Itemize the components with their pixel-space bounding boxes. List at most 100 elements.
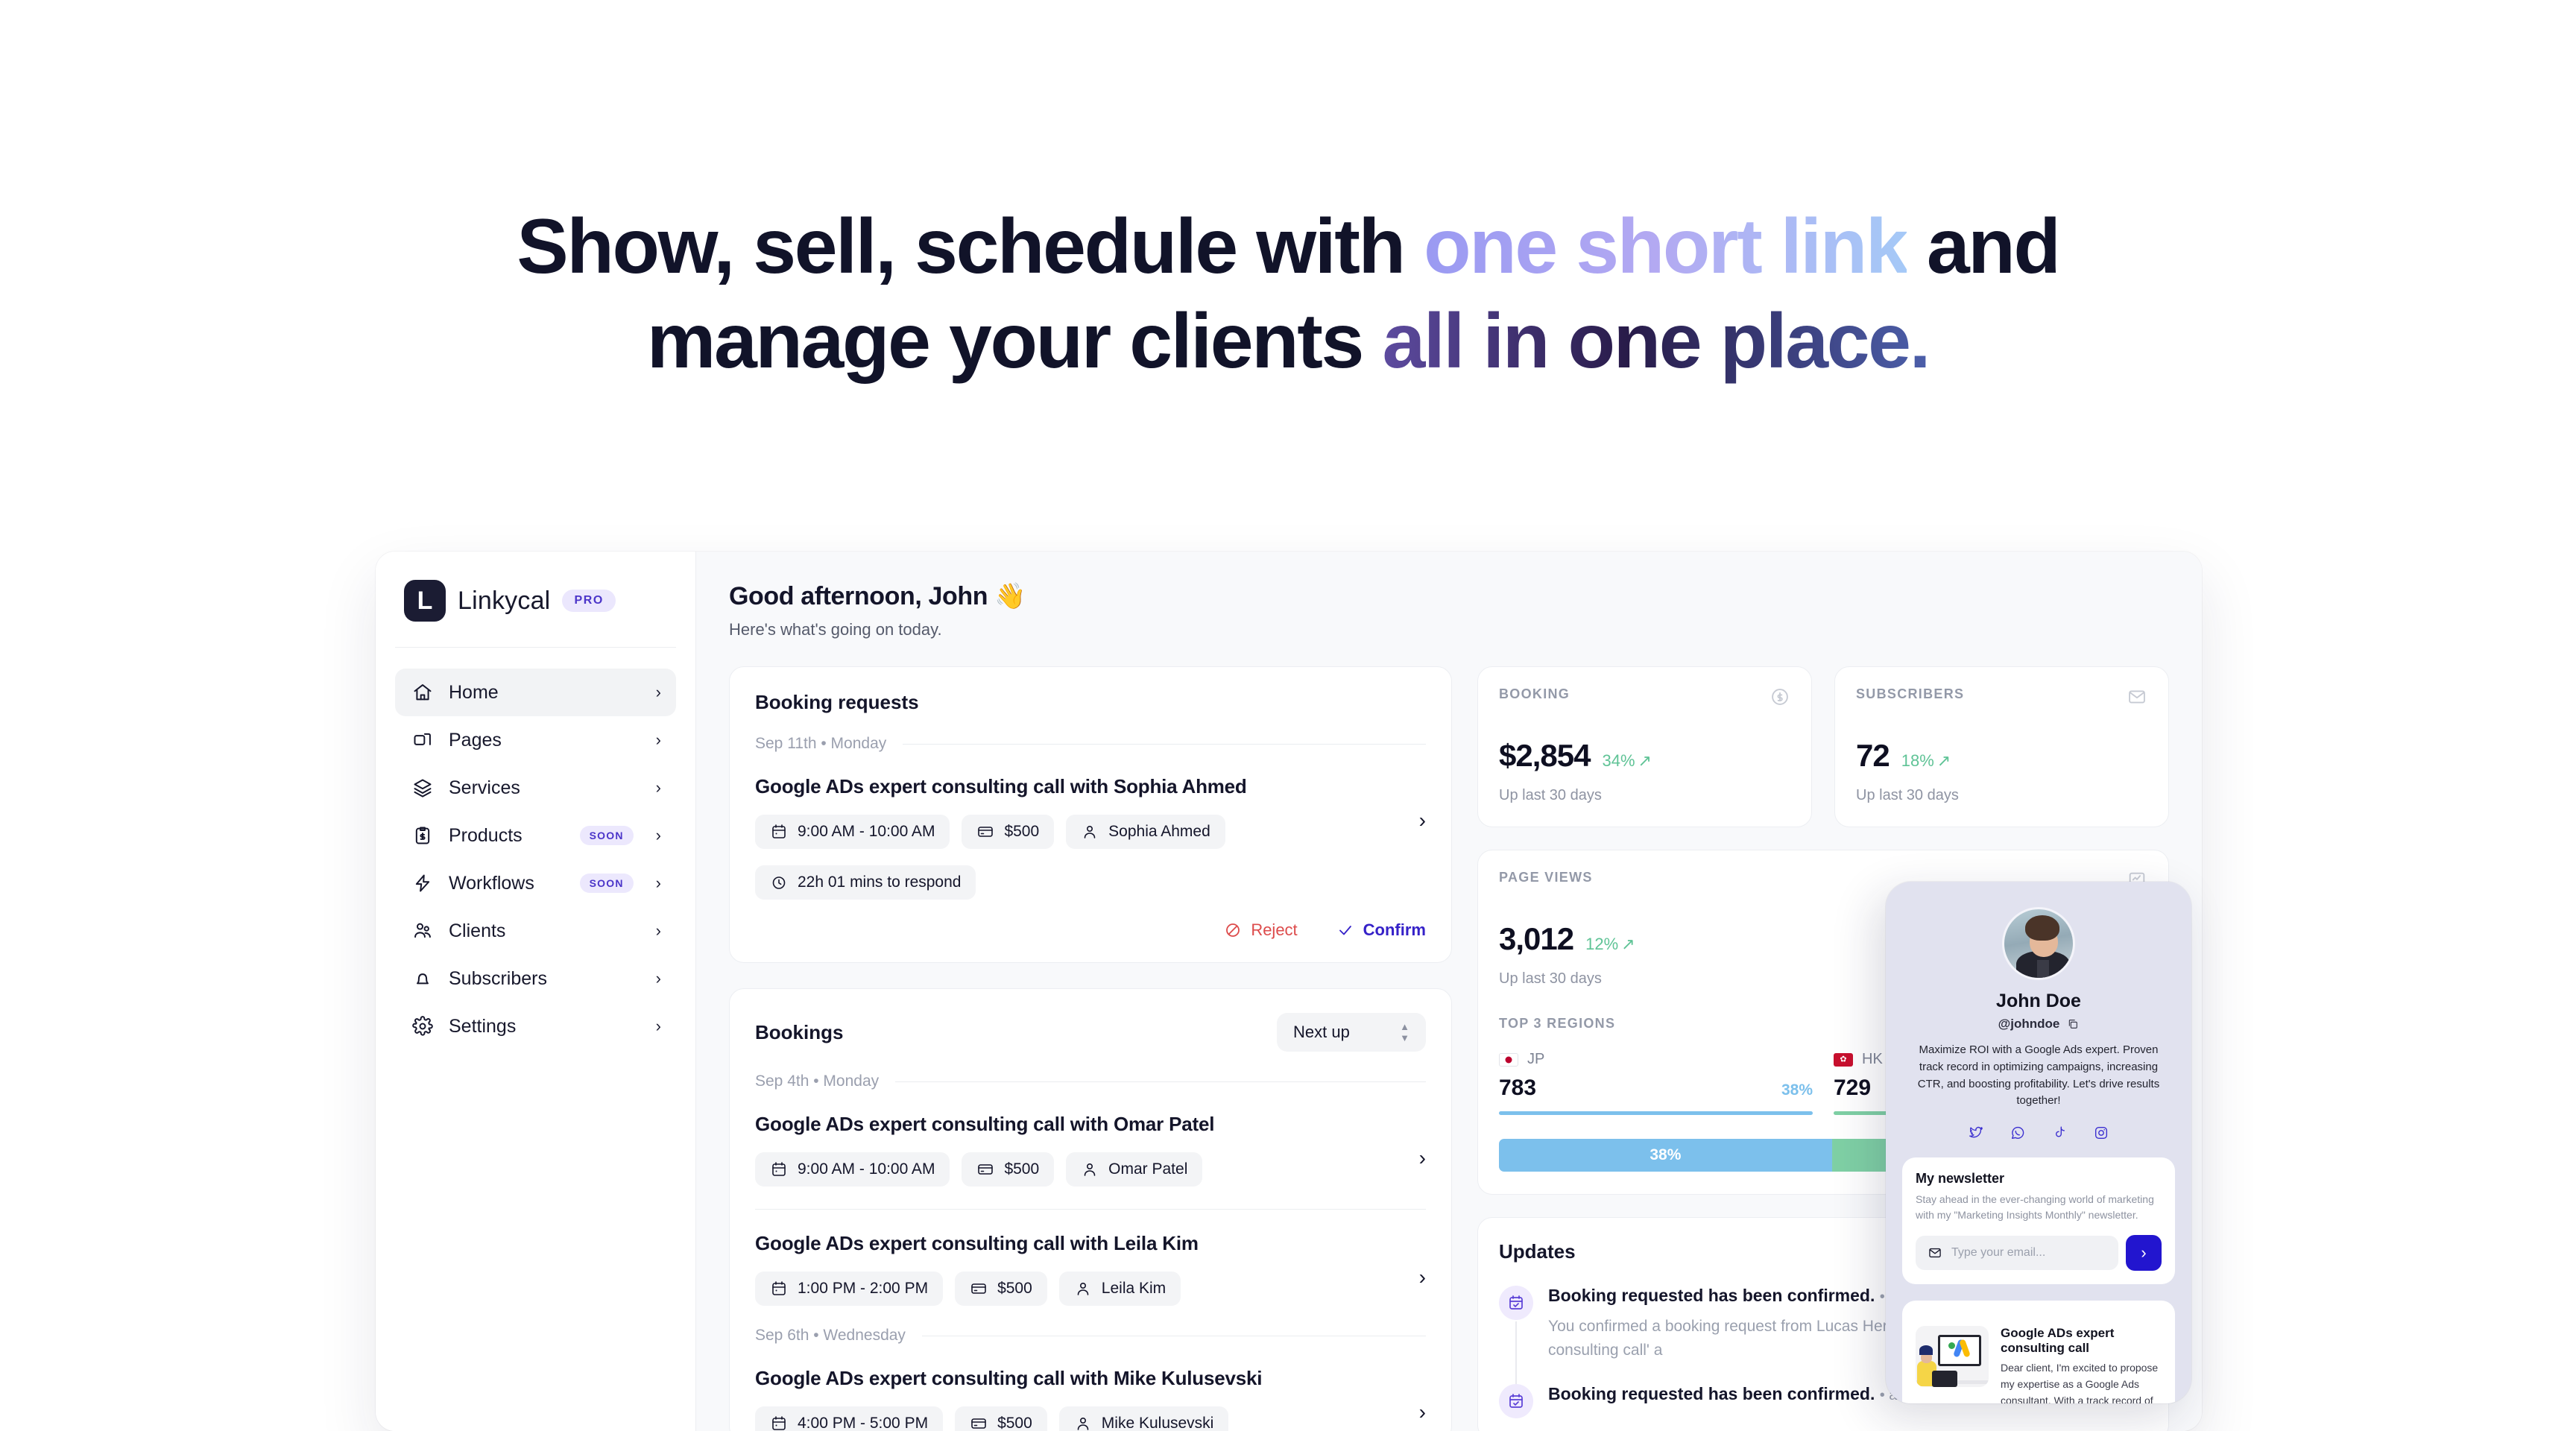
booking-request-actions: Reject Confirm bbox=[755, 920, 1426, 940]
booking-chips: 1:00 PM - 2:00 PM $500 Leila Kim bbox=[755, 1272, 1181, 1307]
profile-handle[interactable]: @johndoe bbox=[1902, 1017, 2175, 1032]
date-separator: Sep 6th • Wednesday bbox=[755, 1327, 1426, 1345]
update-title: Booking requested has been confirmed. • … bbox=[1548, 1384, 1906, 1403]
sidebar-item-clients[interactable]: Clients › bbox=[395, 907, 676, 955]
booking-row[interactable]: 4:00 PM - 5:00 PM $500 Mike Kulusevski › bbox=[755, 1390, 1426, 1431]
timeline-line bbox=[1515, 1321, 1517, 1384]
headline-part-1: Show, sell, schedule with bbox=[517, 203, 1424, 290]
time-label: 1:00 PM - 2:00 PM bbox=[798, 1280, 929, 1298]
chevron-right-icon[interactable]: › bbox=[1419, 1136, 1426, 1169]
stat-header: SUBSCRIBERS bbox=[1856, 686, 2147, 711]
copy-icon bbox=[2069, 1020, 2078, 1029]
bookings-sort-select[interactable]: Next up ▲ ▼ bbox=[1277, 1013, 1426, 1052]
bookings-title: Bookings bbox=[755, 1020, 844, 1043]
chevron-updown-icon: ▲ ▼ bbox=[1400, 1021, 1409, 1043]
person-icon bbox=[1077, 1283, 1089, 1296]
newsletter-submit-button[interactable]: › bbox=[2126, 1235, 2162, 1272]
flag-jp-icon bbox=[1499, 1052, 1518, 1067]
booking-request-title: Google ADs expert consulting call with S… bbox=[755, 775, 1247, 797]
newsletter-subtitle: Stay ahead in the ever-changing world of… bbox=[1916, 1193, 2154, 1222]
chevron-right-icon: › bbox=[655, 874, 661, 892]
arrow-up-right-icon: ↗ bbox=[1621, 935, 1635, 953]
booking-title: Google ADs expert consulting call with M… bbox=[755, 1367, 1263, 1390]
clock-icon bbox=[772, 876, 786, 889]
google-ads-illustration-icon bbox=[1916, 1326, 1989, 1388]
brand[interactable]: L Linkycal PRO bbox=[395, 580, 676, 622]
booking-title: Google ADs expert consulting call with L… bbox=[755, 1232, 1199, 1255]
card-icon bbox=[978, 1164, 994, 1175]
reject-label: Reject bbox=[1251, 920, 1298, 939]
calendar-check-icon bbox=[1499, 1286, 1533, 1320]
sidebar-item-label: Settings bbox=[449, 1015, 517, 1037]
calendar-icon bbox=[772, 1162, 786, 1177]
booking-request-row[interactable]: 9:00 AM - 10:00 AM $500 Sophia Ahmed 22h… bbox=[755, 798, 1426, 900]
update-title: Booking requested has been confirmed. • … bbox=[1548, 1286, 1906, 1305]
person-icon bbox=[1084, 826, 1096, 838]
linkycal-logo-icon: L bbox=[404, 580, 446, 622]
handle-text: @johndoe bbox=[1998, 1017, 2060, 1031]
offer-body: Google ADs expert consulting call Dear c… bbox=[2001, 1326, 2162, 1403]
hero-section: Show, sell, schedule with one short link… bbox=[0, 0, 2576, 389]
region-value: 783 bbox=[1499, 1075, 1537, 1100]
region-code: JP bbox=[1527, 1051, 1545, 1067]
bookings-sort-value: Next up bbox=[1293, 1023, 1350, 1042]
sidebar-item-pages[interactable]: Pages › bbox=[395, 716, 676, 764]
booking-request-chips: 9:00 AM - 10:00 AM $500 Sophia Ahmed bbox=[755, 815, 1419, 849]
reject-button[interactable]: Reject bbox=[1224, 920, 1298, 940]
time-chip: 1:00 PM - 2:00 PM bbox=[755, 1272, 944, 1307]
sidebar-item-subscribers[interactable]: Subscribers › bbox=[395, 955, 676, 1002]
chevron-right-icon[interactable]: › bbox=[1419, 1390, 1426, 1423]
time-chip: 9:00 AM - 10:00 AM bbox=[755, 1152, 950, 1187]
stat-note: Up last 30 days bbox=[1499, 787, 1602, 803]
sidebar-item-home[interactable]: Home › bbox=[395, 669, 676, 716]
respond-chip: 22h 01 mins to respond bbox=[755, 865, 976, 900]
avatar bbox=[2002, 907, 2075, 980]
envelope-icon bbox=[1929, 1248, 1941, 1258]
stat-delta: 34% ↗ bbox=[1602, 751, 1652, 770]
sidebar-item-services[interactable]: Services › bbox=[395, 764, 676, 812]
headline-part-2: and bbox=[1907, 203, 2061, 290]
time-label: 4:00 PM - 5:00 PM bbox=[798, 1415, 929, 1431]
booking-row[interactable]: 9:00 AM - 10:00 AM $500 Omar Patel › bbox=[755, 1136, 1426, 1187]
page-title: Show, sell, schedule with one short link… bbox=[0, 200, 2576, 389]
date-separator: Sep 11th • Monday bbox=[755, 735, 1426, 753]
date-label: Sep 11th • Monday bbox=[755, 735, 887, 752]
price-label: $500 bbox=[997, 1415, 1032, 1431]
subscribers-stat-card: SUBSCRIBERS 72 18% ↗ Up last 30 days bbox=[1834, 666, 2169, 827]
twitter-icon[interactable] bbox=[1968, 1125, 1984, 1141]
ban-icon bbox=[1226, 923, 1240, 937]
soon-badge: SOON bbox=[579, 826, 634, 845]
region-jp: JP 783 38% bbox=[1499, 1051, 1813, 1115]
sidebar-divider bbox=[395, 647, 676, 648]
chevron-right-icon[interactable]: › bbox=[1419, 798, 1426, 831]
row-divider bbox=[755, 1209, 1426, 1210]
envelope-icon bbox=[2127, 686, 2147, 711]
sidebar-item-products[interactable]: Products SOON › bbox=[395, 812, 676, 859]
tiktok-icon[interactable] bbox=[2051, 1125, 2068, 1141]
person-label: Sophia Ahmed bbox=[1108, 823, 1210, 840]
region-code: HK bbox=[1862, 1051, 1883, 1067]
chevron-right-icon: › bbox=[655, 826, 661, 844]
booking-row[interactable]: 1:00 PM - 2:00 PM $500 Leila Kim › bbox=[755, 1255, 1426, 1307]
whatsapp-icon[interactable] bbox=[2010, 1125, 2026, 1141]
person-chip: Leila Kim bbox=[1058, 1272, 1181, 1307]
person-chip: Omar Patel bbox=[1066, 1152, 1203, 1187]
instagram-icon[interactable] bbox=[2093, 1125, 2109, 1141]
chevron-right-icon[interactable]: › bbox=[1419, 1255, 1426, 1288]
profile-bio: Maximize ROI with a Google Ads expert. P… bbox=[1917, 1043, 2160, 1108]
confirm-label: Confirm bbox=[1363, 920, 1426, 939]
sidebar-item-label: Clients bbox=[449, 920, 506, 941]
chevron-right-icon: › bbox=[655, 730, 661, 749]
chevron-right-icon: › bbox=[655, 683, 661, 701]
offer-card[interactable]: Google ADs expert consulting call Dear c… bbox=[1902, 1301, 2175, 1403]
sidebar-item-workflows[interactable]: Workflows SOON › bbox=[395, 859, 676, 907]
sidebar-item-settings[interactable]: Settings › bbox=[395, 1002, 676, 1050]
pro-badge: PRO bbox=[562, 590, 616, 612]
price-chip: $500 bbox=[955, 1406, 1047, 1431]
headline-highlight-place: all in one place. bbox=[1382, 297, 1931, 385]
confirm-button[interactable]: Confirm bbox=[1336, 920, 1426, 940]
chevron-right-icon: › bbox=[655, 969, 661, 988]
bookings-header: Bookings Next up ▲ ▼ bbox=[755, 1013, 1426, 1052]
email-field[interactable]: Type your email... bbox=[1916, 1236, 2118, 1271]
calendar-check-icon bbox=[1499, 1384, 1533, 1418]
